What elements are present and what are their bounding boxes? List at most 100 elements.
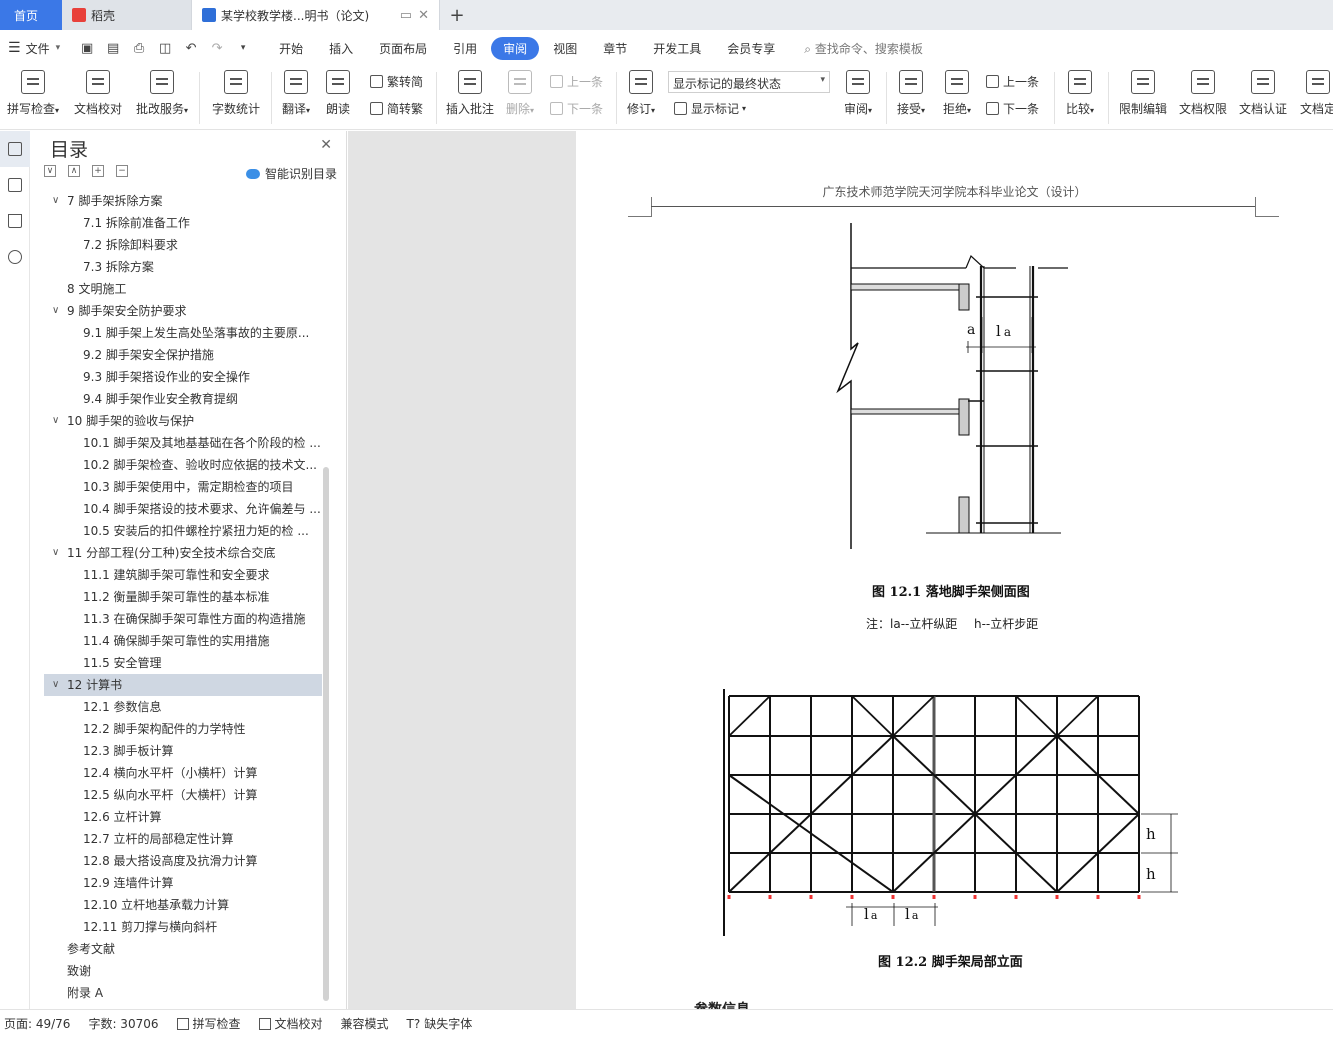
delete-comment-button[interactable]: 删除▾ bbox=[502, 70, 538, 117]
export-pdf-icon[interactable]: ▤ bbox=[100, 41, 126, 56]
toc-item[interactable]: ∨ 10 脚手架的验收与保护 bbox=[46, 410, 322, 432]
toc-item[interactable]: ∨ 9 脚手架安全防护要求 bbox=[46, 300, 322, 322]
status-spell-check-button[interactable]: 拼写检查 bbox=[176, 1015, 241, 1032]
reject-button[interactable]: 拒绝▾ bbox=[938, 70, 976, 117]
doc-rights-button[interactable]: 文档权限 bbox=[1176, 70, 1230, 117]
tab-start[interactable]: 开始 bbox=[267, 37, 315, 60]
print-icon[interactable]: ⎙ bbox=[126, 41, 152, 56]
tab-references[interactable]: 引用 bbox=[441, 37, 489, 60]
markup-state-select[interactable]: 显示标记的最终状态 bbox=[668, 71, 830, 93]
toc-item[interactable]: ∨ 12 计算书 bbox=[44, 674, 322, 696]
undo-icon[interactable]: ↶ bbox=[178, 41, 204, 56]
outline-nav-button[interactable] bbox=[0, 131, 30, 167]
toc-item[interactable]: 9.3 脚手架搭设作业的安全操作 bbox=[46, 366, 322, 388]
missing-font-button[interactable]: T? 缺失字体 bbox=[407, 1015, 473, 1032]
smart-toc-button[interactable]: 智能识别目录 bbox=[245, 165, 337, 182]
spell-check-button[interactable]: 拼写检查▾ bbox=[4, 70, 62, 117]
toc-item[interactable]: 11.5 安全管理 bbox=[46, 652, 322, 674]
toc-item[interactable]: 12.5 纵向水平杆（大横杆）计算 bbox=[46, 784, 322, 806]
chevron-down-icon[interactable]: ∨ bbox=[52, 542, 59, 564]
toc-item[interactable]: 7.3 拆除方案 bbox=[46, 256, 322, 278]
doc-more-button[interactable]: 文档定 bbox=[1298, 70, 1333, 117]
new-tab-button[interactable]: + bbox=[440, 0, 474, 30]
add-heading-icon[interactable]: + bbox=[92, 165, 104, 177]
toc-item[interactable]: 7.2 拆除卸料要求 bbox=[46, 234, 322, 256]
toc-item[interactable]: 12.7 立杆的局部稳定性计算 bbox=[46, 828, 322, 850]
tab-insert[interactable]: 插入 bbox=[317, 37, 365, 60]
to-simplified-button[interactable]: 简转繁 bbox=[370, 100, 423, 117]
toc-scrollbar[interactable] bbox=[323, 467, 329, 1001]
status-doc-check-button[interactable]: 文档校对 bbox=[258, 1015, 323, 1032]
collapse-all-icon[interactable]: ∧ bbox=[68, 165, 80, 177]
print-preview-icon[interactable]: ◫ bbox=[152, 41, 178, 56]
command-search[interactable]: ⌕ 查找命令、搜索模板 bbox=[804, 40, 923, 57]
file-menu[interactable]: ☰ 文件 ▾ bbox=[0, 40, 60, 57]
tab-page-layout[interactable]: 页面布局 bbox=[367, 37, 439, 60]
tab-view[interactable]: 视图 bbox=[541, 37, 589, 60]
review-pane-button[interactable]: 审阅▾ bbox=[838, 70, 878, 117]
toc-item[interactable]: 12.4 横向水平杆（小横杆）计算 bbox=[46, 762, 322, 784]
prev-comment-button[interactable]: 上一条 bbox=[550, 73, 603, 90]
toc-item[interactable]: 12.6 立杆计算 bbox=[46, 806, 322, 828]
toc-item[interactable]: 10.2 脚手架检查、验收时应依据的技术文... bbox=[46, 454, 322, 476]
annotate-service-button[interactable]: 批改服务▾ bbox=[132, 70, 192, 117]
toc-item[interactable]: 9.1 脚手架上发生高处坠落事故的主要原... bbox=[46, 322, 322, 344]
toc-item[interactable]: 10.1 脚手架及其地基基础在各个阶段的检 ... bbox=[46, 432, 322, 454]
redo-icon[interactable]: ↷ bbox=[204, 41, 230, 56]
toc-item[interactable]: 11.2 衡量脚手架可靠性的基本标准 bbox=[46, 586, 322, 608]
doc-cert-button[interactable]: 文档认证 bbox=[1236, 70, 1290, 117]
window-icon[interactable]: ▭ bbox=[400, 8, 412, 23]
save-icon[interactable]: ▣ bbox=[74, 41, 100, 56]
doc-check-button[interactable]: 文档校对 bbox=[70, 70, 126, 117]
toc-item[interactable]: 附录 A bbox=[46, 982, 322, 1004]
next-change-button[interactable]: 下一条 bbox=[986, 100, 1039, 117]
toc-item[interactable]: 9.4 脚手架作业安全教育提纲 bbox=[46, 388, 322, 410]
expand-all-icon[interactable]: ∨ bbox=[44, 165, 56, 177]
toc-item[interactable]: 致谢 bbox=[46, 960, 322, 982]
toc-item[interactable]: 8 文明施工 bbox=[46, 278, 322, 300]
translate-button[interactable]: 翻译▾ bbox=[278, 70, 314, 117]
close-icon[interactable]: ✕ bbox=[320, 137, 332, 153]
tab-review[interactable]: 审阅 bbox=[491, 36, 540, 60]
tab-home[interactable]: 首页 bbox=[0, 0, 62, 30]
chevron-down-icon[interactable]: ∨ bbox=[52, 410, 59, 432]
read-aloud-button[interactable]: 朗读 bbox=[322, 70, 354, 117]
to-traditional-button[interactable]: 繁转简 bbox=[370, 73, 423, 90]
page-indicator[interactable]: 页面: 49/76 bbox=[4, 1015, 70, 1032]
document-page[interactable]: 广东技术师范学院天河学院本科毕业论文（设计） a l a 图 12.1 落地脚手… bbox=[576, 131, 1333, 1009]
toc-item[interactable]: ∨ 11 分部工程(分工种)安全技术综合交底 bbox=[46, 542, 322, 564]
restrict-editing-button[interactable]: 限制编辑 bbox=[1116, 70, 1170, 117]
chevron-down-icon[interactable]: ∨ bbox=[52, 300, 59, 322]
find-nav-button[interactable] bbox=[0, 239, 30, 275]
close-tab-icon[interactable]: ✕ bbox=[418, 8, 429, 23]
more-chevron-icon[interactable]: ▾ bbox=[230, 43, 256, 53]
toc-item[interactable]: 11.1 建筑脚手架可靠性和安全要求 bbox=[46, 564, 322, 586]
toc-item[interactable]: 12.9 连墙件计算 bbox=[46, 872, 322, 894]
show-markup-button[interactable]: 显示标记 ▾ bbox=[674, 100, 746, 117]
toc-item[interactable]: 11.4 确保脚手架可靠性的实用措施 bbox=[46, 630, 322, 652]
toc-item[interactable]: 12.10 立杆地基承载力计算 bbox=[46, 894, 322, 916]
toc-item[interactable]: 10.3 脚手架使用中，需定期检查的项目 bbox=[46, 476, 322, 498]
tab-chapter[interactable]: 章节 bbox=[591, 37, 639, 60]
tab-developer[interactable]: 开发工具 bbox=[641, 37, 713, 60]
toc-item[interactable]: 12.1 参数信息 bbox=[46, 696, 322, 718]
chevron-down-icon[interactable]: ∨ bbox=[52, 190, 59, 212]
toc-item[interactable]: 12.3 脚手板计算 bbox=[46, 740, 322, 762]
prev-change-button[interactable]: 上一条 bbox=[986, 73, 1039, 90]
tab-docer[interactable]: 稻壳 bbox=[62, 0, 192, 30]
tab-member[interactable]: 会员专享 bbox=[715, 37, 787, 60]
toc-item[interactable]: 7.1 拆除前准备工作 bbox=[46, 212, 322, 234]
tab-document[interactable]: 某学校教学楼...明书（论文) ▭ ✕ bbox=[192, 0, 440, 30]
word-count-indicator[interactable]: 字数: 30706 bbox=[88, 1015, 158, 1032]
toc-item[interactable]: 12.8 最大搭设高度及抗滑力计算 bbox=[46, 850, 322, 872]
toc-item[interactable]: 12.2 脚手架构配件的力学特性 bbox=[46, 718, 322, 740]
toc-item[interactable]: ∨ 7 脚手架拆除方案 bbox=[46, 190, 322, 212]
accept-button[interactable]: 接受▾ bbox=[892, 70, 930, 117]
toc-item[interactable]: 10.5 安装后的扣件螺栓拧紧扭力矩的检 ... bbox=[46, 520, 322, 542]
toc-item[interactable]: 9.2 脚手架安全保护措施 bbox=[46, 344, 322, 366]
word-count-button[interactable]: 字数统计 bbox=[208, 70, 264, 117]
insert-comment-button[interactable]: 插入批注 bbox=[444, 70, 496, 117]
remove-heading-icon[interactable]: − bbox=[116, 165, 128, 177]
toc-item[interactable]: 10.4 脚手架搭设的技术要求、允许偏差与 ... bbox=[46, 498, 322, 520]
chevron-down-icon[interactable]: ∨ bbox=[52, 674, 59, 696]
